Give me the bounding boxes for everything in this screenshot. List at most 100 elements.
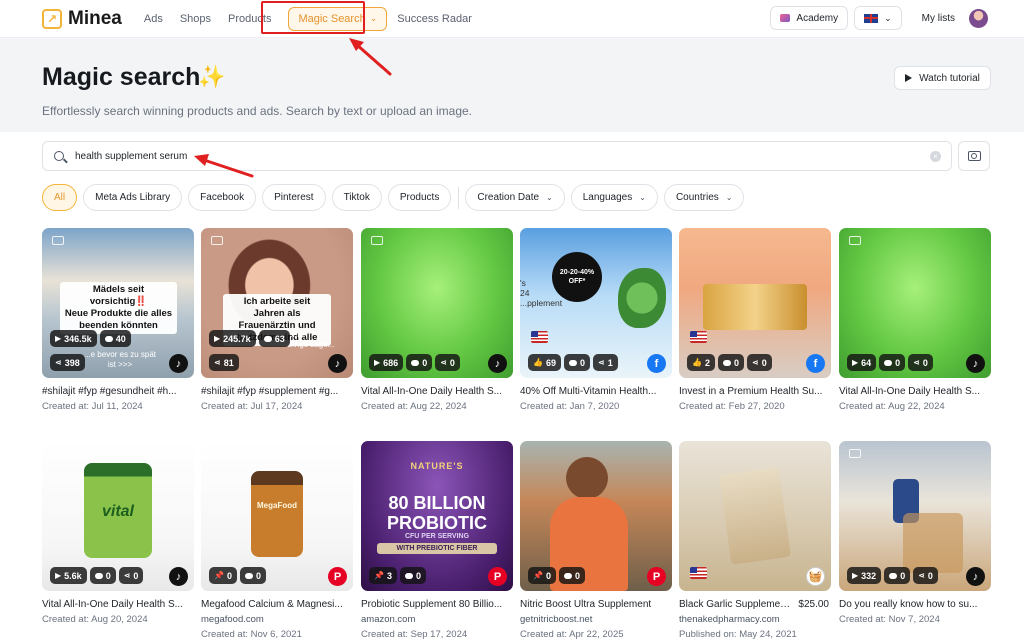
- my-lists-link[interactable]: My lists: [922, 13, 955, 24]
- result-card[interactable]: 👍 2 0 ⋖ 0 f Invest in a Premium Health Su.…: [679, 228, 831, 412]
- avatar[interactable]: [969, 8, 988, 28]
- likes-stat: 👍 69: [528, 354, 561, 371]
- comments-stat: 0: [406, 354, 433, 371]
- result-card[interactable]: 's 24 ...pplement 20-20-40% OFF* 👍 69 0 ⋖…: [520, 228, 672, 412]
- card-thumbnail[interactable]: 👍 2 0 ⋖ 0 f: [679, 228, 831, 378]
- filter-chip-pinterest[interactable]: Pinterest: [262, 184, 326, 211]
- card-title[interactable]: Vital All-In-One Daily Health S...: [839, 386, 989, 397]
- filter-chip-all[interactable]: All: [42, 184, 78, 211]
- card-title[interactable]: Do you really know how to su...: [839, 599, 989, 610]
- comment-icon: [563, 572, 572, 579]
- filter-chip-tiktok[interactable]: Tiktok: [331, 184, 382, 211]
- card-date: Published on: May 24, 2021: [679, 629, 797, 640]
- share-icon: ⋖: [55, 358, 62, 367]
- filter-chip-meta-ads-library[interactable]: Meta Ads Library: [83, 184, 183, 211]
- shares-count: 0: [761, 357, 767, 368]
- card-title[interactable]: Vital All-In-One Daily Health S...: [42, 599, 192, 610]
- card-title[interactable]: Invest in a Premium Health Su...: [679, 386, 829, 397]
- result-card[interactable]: Ich arbeite seit Jahren als Frauenärztin…: [201, 228, 353, 412]
- result-card[interactable]: vital ▶ 5.6k 0 ⋖ 0 ♪ Vital All-In-One Dail…: [42, 441, 194, 625]
- camera-icon: [967, 151, 981, 161]
- share-icon: ⋖: [214, 358, 221, 367]
- card-stats: ▶ 686 0 ⋖ 0: [369, 354, 463, 371]
- card-thumbnail[interactable]: 's 24 ...pplement 20-20-40% OFF* 👍 69 0 ⋖…: [520, 228, 672, 378]
- comment-icon: [889, 572, 898, 579]
- card-title[interactable]: #shilajit #fyp #supplement #g...: [201, 386, 351, 397]
- card-stats: ⋖ 81: [209, 354, 242, 371]
- card-thumbnail[interactable]: ▶ 332 0 ⋖ 0 ♪: [839, 441, 991, 591]
- filter-chip-products[interactable]: Products: [387, 184, 452, 211]
- views-count: 64: [861, 357, 872, 368]
- card-title[interactable]: Megafood Calcium & Magnesi...: [201, 599, 351, 610]
- card-title[interactable]: Black Garlic Supplemen...: [679, 599, 791, 610]
- share-icon: ⋖: [598, 358, 605, 367]
- result-card[interactable]: NATURE'S 80 BILLION PROBIOTIC CFU PER SE…: [361, 441, 513, 640]
- countries-dropdown[interactable]: Countries ⌄: [663, 184, 745, 211]
- saves-stat: 📌 0: [209, 567, 237, 584]
- card-date: Created at: Nov 6, 2021: [201, 629, 302, 640]
- leaf-decoration: [618, 268, 666, 328]
- result-card[interactable]: ▶ 64 0 ⋖ 0 ♪ Vital All-In-One Daily Health…: [839, 228, 991, 412]
- comments-count: 40: [115, 333, 126, 344]
- comments-stat: 0: [89, 567, 116, 584]
- result-card[interactable]: ▶ 686 0 ⋖ 0 ♪ Vital All-In-One Daily Healt…: [361, 228, 513, 412]
- filter-chip-facebook[interactable]: Facebook: [188, 184, 257, 211]
- result-card[interactable]: MegaFood 📌 0 0 P Megafood Calcium & Magne…: [201, 441, 353, 640]
- play-icon: ▶: [852, 358, 859, 367]
- card-thumbnail[interactable]: vital ▶ 5.6k 0 ⋖ 0 ♪: [42, 441, 194, 591]
- card-thumbnail[interactable]: ▶ 64 0 ⋖ 0 ♪: [839, 228, 991, 378]
- card-title[interactable]: Vital All-In-One Daily Health S...: [361, 386, 511, 397]
- card-title[interactable]: Nitric Boost Ultra Supplement: [520, 599, 670, 610]
- search-input[interactable]: [75, 150, 895, 162]
- creation-date-label: Creation Date: [477, 192, 540, 203]
- card-stats: 📌 0 0: [528, 567, 588, 584]
- nav-link-ads[interactable]: Ads: [144, 13, 163, 25]
- card-thumbnail[interactable]: MegaFood 📌 0 0 P: [201, 441, 353, 591]
- card-thumbnail[interactable]: 🧺: [679, 441, 831, 591]
- comments-count: 0: [895, 357, 901, 368]
- top-nav: ↗ Minea Ads Shops Products Magic Search …: [0, 0, 1024, 38]
- comments-stat: 63: [258, 330, 290, 347]
- card-title[interactable]: Probiotic Supplement 80 Billio...: [361, 599, 511, 610]
- result-card[interactable]: 🧺 Black Garlic Supplemen... $25.00 thena…: [679, 441, 831, 640]
- card-thumbnail[interactable]: ▶ 686 0 ⋖ 0 ♪: [361, 228, 513, 378]
- card-thumbnail[interactable]: Mädels seit vorsichtig‼️ Neue Produkte d…: [42, 228, 194, 378]
- logo[interactable]: ↗ Minea: [42, 8, 122, 30]
- shares-count: 0: [133, 570, 139, 581]
- card-stats: 📌 3 0: [369, 567, 429, 584]
- academy-button[interactable]: Academy: [770, 6, 849, 30]
- nav-link-shops[interactable]: Shops: [180, 13, 211, 25]
- image-search-button[interactable]: [958, 141, 990, 171]
- watch-tutorial-button[interactable]: Watch tutorial: [894, 66, 991, 90]
- language-selector[interactable]: ⌄: [854, 6, 902, 30]
- shares-stat: ⋖ 0: [747, 354, 772, 371]
- play-icon: [905, 74, 913, 82]
- creation-date-dropdown[interactable]: Creation Date ⌄: [465, 184, 565, 211]
- nav-link-success-radar[interactable]: Success Radar: [397, 13, 472, 25]
- card-stats: 📌 0 0: [209, 567, 269, 584]
- card-stats-top: ▶ 346.5k 40: [50, 330, 134, 347]
- card-date: Created at: Feb 27, 2020: [679, 401, 785, 412]
- comment-icon: [404, 572, 413, 579]
- card-thumbnail[interactable]: NATURE'S 80 BILLION PROBIOTIC CFU PER SE…: [361, 441, 513, 591]
- shares-stat: ⋖ 398: [50, 354, 85, 371]
- card-domain: getnitricboost.net: [520, 614, 593, 625]
- comments-stat: 0: [884, 567, 911, 584]
- shares-stat: ⋖ 0: [908, 354, 933, 371]
- card-thumbnail[interactable]: Ich arbeite seit Jahren als Frauenärztin…: [201, 228, 353, 378]
- card-title[interactable]: #shilajit #fyp #gesundheit #h...: [42, 386, 192, 397]
- comments-count: 0: [255, 570, 261, 581]
- card-stats: ▶ 64 0 ⋖ 0: [847, 354, 936, 371]
- nav-right: Academy ⌄ My lists: [770, 6, 988, 30]
- result-card[interactable]: ▶ 332 0 ⋖ 0 ♪ Do you really know how to su…: [839, 441, 991, 625]
- card-title[interactable]: 40% Off Multi-Vitamin Health...: [520, 386, 670, 397]
- clear-search-icon[interactable]: ×: [930, 151, 941, 162]
- result-card[interactable]: Mädels seit vorsichtig‼️ Neue Produkte d…: [42, 228, 194, 412]
- views-count: 245.7k: [223, 333, 251, 344]
- video-icon: [849, 449, 861, 458]
- languages-dropdown[interactable]: Languages ⌄: [570, 184, 658, 211]
- search-bar[interactable]: ×: [42, 141, 952, 171]
- card-thumbnail[interactable]: 📌 0 0 P: [520, 441, 672, 591]
- result-card[interactable]: 📌 0 0 P Nitric Boost Ultra Supplement get…: [520, 441, 672, 640]
- comment-icon: [94, 572, 103, 579]
